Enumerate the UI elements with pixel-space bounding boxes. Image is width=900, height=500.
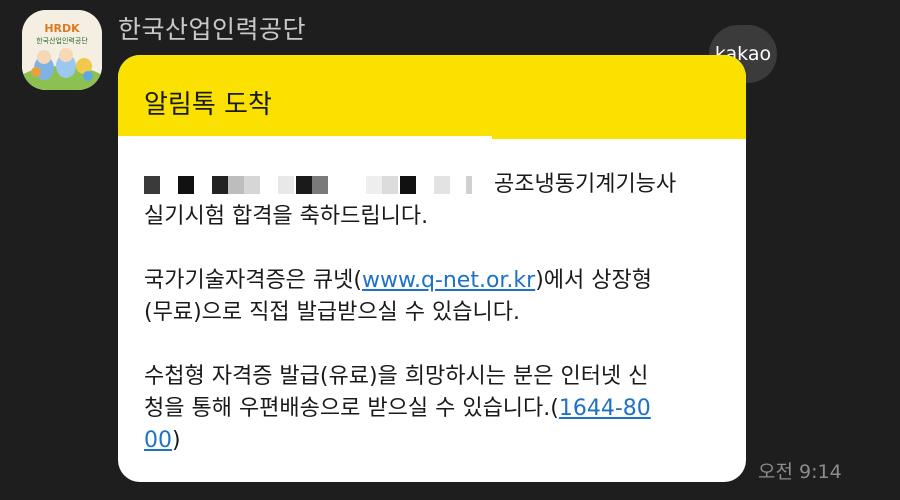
sender-avatar[interactable]: HRDK 한국산업인력공단 xyxy=(22,10,102,90)
certificate-name: 공조냉동기계기능사 xyxy=(494,172,677,197)
message-line-2: 실기시험 합격을 축하드립니다. xyxy=(144,204,429,229)
qnet-link[interactable]: www.q-net.or.kr xyxy=(362,268,535,293)
message-line-4: (무료)으로 직접 발급받으실 수 있습니다. xyxy=(144,300,520,325)
message-line-5: 수첩형 자격증 발급(유료)을 희망하시는 분은 인터넷 신 xyxy=(144,364,649,389)
message-header: 알림톡 도착 xyxy=(118,55,746,139)
svg-text:한국산업인력공단: 한국산업인력공단 xyxy=(36,36,88,45)
phone-link[interactable]: 1644-80 xyxy=(559,396,651,421)
message-line-1: 공조냉동기계기능사 xyxy=(144,169,734,201)
message-header-title: 알림톡 도착 xyxy=(144,90,272,120)
phone-link-continued[interactable]: 00 xyxy=(144,428,172,453)
redacted-name-block xyxy=(144,176,472,194)
message-body: 공조냉동기계기능사 실기시험 합격을 축하드립니다. 국가기술자격증은 큐넷(w… xyxy=(144,169,734,457)
line3-suffix: )에서 상장형 xyxy=(535,268,652,293)
svg-text:HRDK: HRDK xyxy=(44,22,80,35)
chat-screen: HRDK 한국산업인력공단 한국산업인력공단 kakao 알림톡 도착 공조냉동… xyxy=(0,0,900,500)
message-bubble[interactable]: 알림톡 도착 공조냉동기계기능사 실기시험 합격을 축하드립니다. 국가기술자격… xyxy=(118,55,746,482)
line3-prefix: 국가기술자격증은 큐넷( xyxy=(144,268,362,293)
message-line-6: 청을 통해 우편배송으로 받으실 수 있습니다.(1644-80 xyxy=(144,393,734,425)
hrdk-logo-icon: HRDK 한국산업인력공단 xyxy=(22,10,102,90)
message-line-3: 국가기술자격증은 큐넷(www.q-net.or.kr)에서 상장형 xyxy=(144,265,734,297)
line6-prefix: 청을 통해 우편배송으로 받으실 수 있습니다.( xyxy=(144,396,559,421)
message-timestamp: 오전 9:14 xyxy=(758,461,842,483)
line7-suffix: ) xyxy=(172,428,181,453)
header-divider xyxy=(118,136,492,139)
sender-name[interactable]: 한국산업인력공단 xyxy=(118,10,306,46)
message-line-7: 00) xyxy=(144,425,734,457)
